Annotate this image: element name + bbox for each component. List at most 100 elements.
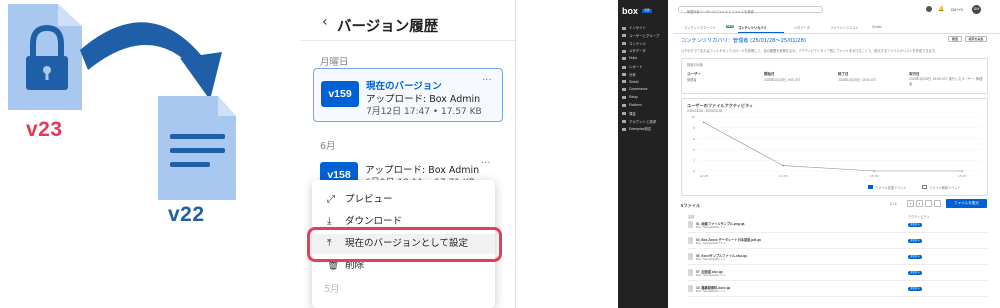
version-a-label: v23: [26, 118, 63, 141]
status-badge: 変更済み: [908, 239, 922, 243]
activity-chart-card: ユーザーのファイルアクティビティ 2025/01/28 - 2025/01/28…: [681, 98, 988, 196]
file-icon: [688, 253, 693, 260]
prev-page-button[interactable]: ‹: [907, 200, 914, 207]
checkbox-icon[interactable]: [922, 185, 927, 189]
restore-button[interactable]: ファイルを復元: [946, 199, 987, 208]
sidebar-item-icon: [622, 88, 626, 91]
tab[interactable]: コンテンツマネージャ: [684, 25, 716, 30]
status-badge: 変更済み: [908, 271, 922, 275]
table-row[interactable]: 01_画像ファイルサンプル.png.qa Box / Sampletest0 / …: [688, 221, 988, 233]
more-icon[interactable]: ···: [481, 158, 491, 169]
edit-search-button[interactable]: 検索を編集: [965, 36, 987, 42]
next-page-button[interactable]: ›: [916, 200, 923, 207]
y-tick-label: 6: [693, 137, 695, 141]
sidebar-item-icon: [622, 34, 626, 38]
search-summary: 検索の対象 ユーザー 管理者 開始日 2025年1月28日, 9:00 JST …: [681, 58, 988, 94]
tab[interactable]: コンテンツリカバリ: [738, 25, 767, 30]
current-version-label: 現在のバージョン: [366, 81, 442, 92]
status-label: 変更済み: [910, 255, 920, 258]
pager: 1 / 1: [890, 202, 897, 206]
sidebar-item-icon: [622, 128, 626, 131]
legend-label: ファイル変更イベント: [875, 186, 907, 190]
divider: [300, 40, 515, 41]
upload-by: アップロード: Box Admin: [365, 165, 480, 176]
menu-item-preview[interactable]: ⤢ プレビュー: [312, 190, 495, 210]
sidebar-item-label: コンテンツ: [629, 41, 646, 46]
chevron-left-icon[interactable]: ‹: [322, 14, 328, 30]
sidebar-item-label: Shield: [629, 79, 639, 84]
data-point[interactable]: [961, 170, 963, 172]
search-input[interactable]: ⌕ 管理対象ユーザーのファイルとファイルを検索: [678, 6, 823, 14]
sidebar-item-icon: [622, 103, 626, 107]
upload-by: アップロード: Box Admin: [366, 94, 481, 105]
more-icon[interactable]: ···: [482, 75, 492, 86]
filter-icon[interactable]: [934, 200, 941, 207]
table-row[interactable]: 07_加速度.xlsx.qa Box / Sampletest0 / 1.1 変更済…: [688, 269, 988, 281]
sidebar-item[interactable]: Enterprise設定: [622, 126, 651, 131]
sidebar-item[interactable]: Platform: [622, 103, 642, 107]
illustration-graphics: [8, 4, 236, 200]
sidebar-item-label: アカウントと請求: [629, 119, 657, 124]
x-tick-label: 15:07: [958, 174, 967, 178]
tab[interactable]: メタデータ: [794, 25, 810, 30]
file-path: Box / Sampletest0 / 1.1: [696, 273, 725, 277]
data-point[interactable]: [873, 170, 875, 172]
sidebar-item[interactable]: Governance: [622, 87, 647, 91]
files-title: 5ファイル: [681, 203, 701, 208]
data-point[interactable]: [782, 164, 784, 167]
table-row[interactable]: 06_Excelサンプルファイル.xlsx.qa Box / Sampletest…: [688, 253, 988, 265]
sidebar-item[interactable]: メタデータ: [622, 48, 646, 53]
help-icon[interactable]: [926, 6, 932, 12]
highlight-box: [307, 227, 502, 262]
sidebar-item-icon: [622, 26, 626, 30]
page-title: コンテンツリカバリ：管理者 (25/01/28〜25/01/28): [681, 38, 806, 44]
sidebar-item[interactable]: 分析: [622, 72, 636, 77]
admin-badge: 管理: [642, 9, 652, 13]
description: 以下のグラフまたはフィルタボックスロールを参照して、目の範囲を参照をまわ。アクテ…: [681, 49, 938, 53]
sidebar-item[interactable]: インサイト: [622, 25, 646, 30]
x-tick-label: 15:00: [870, 174, 879, 178]
sidebar-item-icon: [622, 42, 626, 46]
checkbox-icon[interactable]: [868, 185, 873, 189]
avatar[interactable]: DM: [972, 5, 981, 14]
sidebar-item[interactable]: Relay: [622, 95, 638, 99]
file-icon: [688, 237, 693, 244]
x-tick-label: 14:35: [779, 174, 788, 178]
download-icon[interactable]: [925, 200, 932, 207]
sidebar-item[interactable]: アカウントと請求: [622, 119, 656, 124]
sidebar-item-label: Hubs: [629, 56, 637, 61]
search-placeholder: 管理対象ユーザーのファイルとファイルを検索: [687, 9, 754, 14]
y-tick-label: 4: [693, 148, 695, 152]
table-row[interactable]: 04_Box Zones データシート日本語版.pdf.qa Box / Samp…: [688, 237, 988, 249]
bell-icon[interactable]: 🔔: [938, 6, 944, 12]
section-label: 5月: [324, 284, 340, 295]
tab[interactable]: Shuttle: [872, 25, 882, 29]
y-tick-label: 0: [693, 169, 695, 173]
preview-icon: ⤢: [327, 194, 335, 205]
sidebar-item[interactable]: レポート: [622, 64, 643, 69]
status-badge: 変更済み: [908, 255, 922, 259]
sidebar-item[interactable]: Shield: [622, 80, 638, 84]
sidebar-item[interactable]: ユーザーとグループ: [622, 33, 659, 38]
status-label: 変更済み: [910, 239, 920, 242]
status-badge: 変更済み: [908, 287, 922, 291]
sidebar-item[interactable]: Hubs: [622, 56, 637, 60]
version-history-panel: ‹ バージョン履歴 月曜日 v159 現在のバージョン アップロード: Box …: [300, 0, 516, 308]
admin-console-screenshot: box 管理 インサイト ユーザーとグループ コンテンツ メタデータ Hubs レポート分…: [618, 0, 1000, 308]
divider: [688, 232, 988, 233]
sidebar-item-icon: [622, 120, 626, 124]
divider: [688, 264, 988, 265]
sidebar-item-label: Enterprise設定: [629, 127, 652, 132]
sidebar-item[interactable]: コンテンツ: [622, 41, 646, 46]
tab[interactable]: ファイルリクエスト: [830, 25, 859, 30]
data-point[interactable]: [702, 121, 705, 124]
sidebar-item[interactable]: 課金: [622, 111, 636, 116]
sidebar-item-label: レポート: [629, 65, 643, 69]
panel-title: バージョン履歴: [337, 19, 439, 35]
version-card-current[interactable]: v159 現在のバージョン アップロード: Box Admin 7月12日 17…: [313, 68, 503, 122]
activity-chart: 10 8 6 4 2 0 14:28 14:35 15:00 15:07: [691, 115, 982, 178]
box-logo: box: [622, 6, 639, 16]
history-button[interactable]: 履歴: [948, 36, 962, 42]
table-row[interactable]: 10_議事録資料.docx.qa Box / Sampletest0 / 1.1 変…: [688, 285, 988, 297]
sidebar-item-label: Governance: [629, 87, 648, 92]
